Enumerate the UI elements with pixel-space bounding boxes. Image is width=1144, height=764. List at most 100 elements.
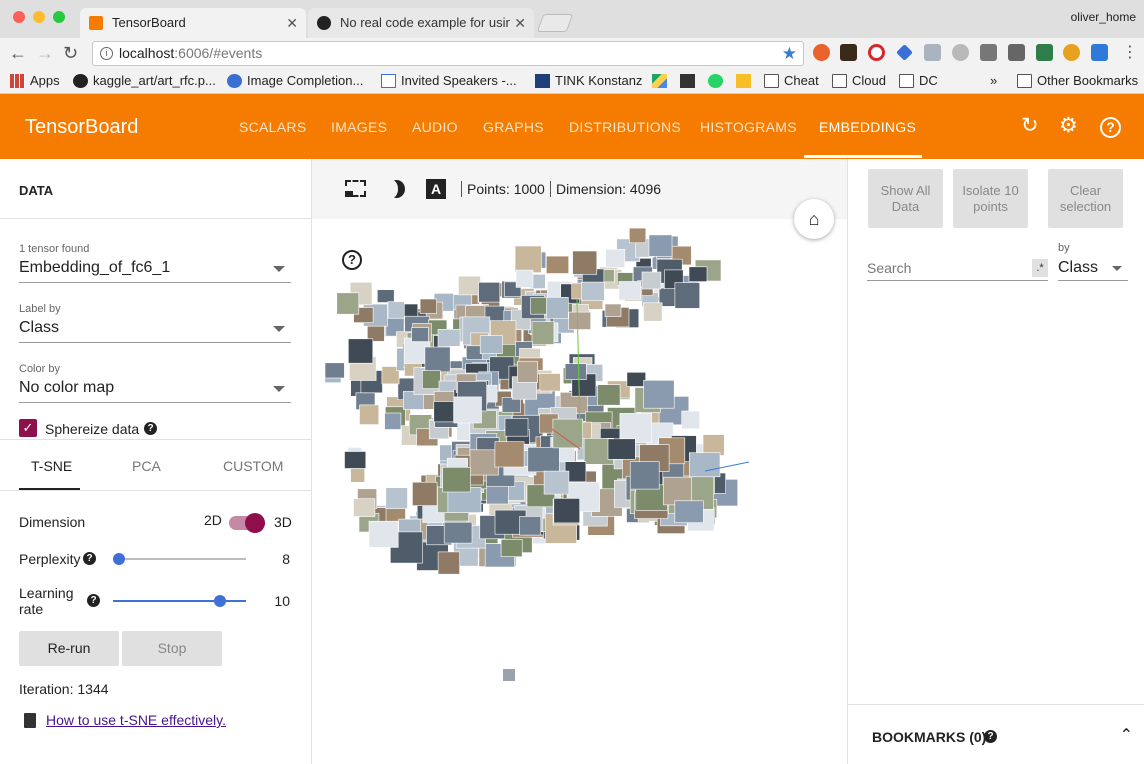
embedding-thumbnail[interactable]: [674, 282, 700, 309]
sphereize-help-icon[interactable]: ?: [144, 422, 157, 435]
bookmark-star-icon[interactable]: ★: [782, 42, 797, 65]
bookmark-apps[interactable]: Apps: [10, 72, 60, 90]
embedding-thumbnail[interactable]: [453, 396, 482, 424]
embedding-thumbnail[interactable]: [648, 234, 673, 257]
bookmark-image-completion[interactable]: Image Completion...: [227, 72, 363, 90]
bookmark-drive[interactable]: [652, 72, 672, 90]
embedding-thumbnail[interactable]: [514, 245, 542, 274]
embedding-thumbnail[interactable]: [384, 412, 402, 430]
bookmarks-panel[interactable]: BOOKMARKS (0) ? ⌃: [848, 704, 1144, 764]
dimension-toggle[interactable]: [229, 513, 265, 533]
embedding-thumbnail[interactable]: [519, 516, 542, 536]
bookmarks-overflow-button[interactable]: »: [990, 72, 997, 90]
address-bar[interactable]: i localhost:6006/#events ★: [92, 41, 804, 66]
embedding-thumbnail[interactable]: [324, 362, 345, 379]
embedding-thumbnail[interactable]: [581, 281, 605, 301]
embedding-thumbnail[interactable]: [629, 461, 660, 490]
tab-tensorboard[interactable]: TensorBoard ✕: [80, 8, 306, 38]
perplexity-slider-knob[interactable]: [113, 553, 125, 565]
learning-rate-help-icon[interactable]: ?: [87, 594, 100, 607]
embedding-thumbnail[interactable]: [504, 418, 529, 437]
tab-custom[interactable]: CUSTOM: [223, 458, 283, 474]
embedding-thumbnail[interactable]: [385, 487, 408, 509]
embedding-thumbnail[interactable]: [553, 498, 581, 524]
bookmark-s[interactable]: [680, 72, 700, 90]
embedding-thumbnail[interactable]: [478, 281, 501, 303]
embedding-thumbnail[interactable]: [387, 301, 405, 319]
embedding-thumbnail[interactable]: [437, 551, 460, 575]
bookmark-kaggle[interactable]: kaggle_art/art_rfc.p...: [73, 72, 216, 90]
embedding-thumbnail[interactable]: [353, 498, 376, 517]
embedding-thumbnail[interactable]: [604, 303, 622, 317]
tab-distributions[interactable]: DISTRIBUTIONS: [569, 119, 681, 135]
bookmark-folder-dc[interactable]: DC: [899, 72, 938, 90]
extension-cloud-icon[interactable]: [952, 44, 969, 61]
embedding-thumbnail[interactable]: [546, 297, 569, 319]
embedding-thumbnail[interactable]: [605, 248, 626, 268]
embedding-thumbnail[interactable]: [688, 452, 721, 478]
reload-icon[interactable]: ↻: [63, 43, 78, 63]
tab-histograms[interactable]: HISTOGRAMS: [700, 119, 797, 135]
select-rectangle-icon[interactable]: [345, 180, 366, 197]
embedding-thumbnail[interactable]: [437, 329, 461, 347]
embedding-thumbnail[interactable]: [344, 451, 367, 469]
embedding-thumbnail[interactable]: [412, 481, 438, 506]
stop-button[interactable]: Stop: [122, 631, 222, 666]
bookmark-whatsapp[interactable]: [708, 72, 728, 90]
maximize-window-button[interactable]: [53, 11, 65, 23]
tab-tsne[interactable]: T-SNE: [31, 458, 72, 474]
help-icon[interactable]: ?: [1100, 115, 1121, 138]
embedding-thumbnail[interactable]: [530, 297, 549, 315]
embedding-thumbnail[interactable]: [424, 346, 451, 373]
profile-name[interactable]: oliver_home: [1071, 10, 1136, 24]
embedding-thumbnail[interactable]: [500, 539, 523, 558]
embedding-scatter-canvas[interactable]: [312, 219, 847, 764]
refresh-icon[interactable]: ↻: [1021, 115, 1039, 137]
embedding-thumbnail[interactable]: [442, 467, 471, 493]
embedding-thumbnail[interactable]: [546, 255, 570, 274]
clear-selection-button[interactable]: Clear selection: [1048, 169, 1123, 228]
embedding-thumbnail[interactable]: [527, 447, 560, 473]
extension-window-icon[interactable]: [1091, 44, 1108, 61]
search-by-select[interactable]: Class: [1058, 255, 1128, 281]
embedding-thumbnail[interactable]: [643, 302, 663, 322]
gear-icon[interactable]: ⚙: [1059, 115, 1078, 137]
perplexity-slider[interactable]: [113, 558, 246, 560]
tab-pca[interactable]: PCA: [132, 458, 161, 474]
embedding-thumbnail[interactable]: [568, 311, 592, 330]
embedding-thumbnail[interactable]: [377, 289, 395, 303]
minimize-window-button[interactable]: [33, 11, 45, 23]
bookmark-tink[interactable]: TINK Konstanz: [535, 72, 642, 90]
embedding-thumbnail[interactable]: [501, 397, 521, 413]
embedding-thumbnail[interactable]: [619, 413, 652, 443]
embedding-thumbnail[interactable]: [552, 418, 583, 449]
info-icon[interactable]: i: [100, 47, 113, 60]
embedding-thumbnail[interactable]: [531, 321, 555, 345]
embedding-thumbnail[interactable]: [336, 292, 360, 315]
extension-duckduckgo-icon[interactable]: [813, 44, 830, 61]
learning-rate-slider-knob[interactable]: [214, 595, 226, 607]
tsne-help-link[interactable]: How to use t-SNE effectively.: [46, 712, 226, 728]
embedding-thumbnail[interactable]: [641, 271, 662, 290]
embedding-thumbnail[interactable]: [368, 520, 399, 548]
tensor-select[interactable]: Embedding_of_fc6_1: [19, 257, 291, 283]
learning-rate-slider[interactable]: [113, 600, 246, 602]
bookmark-folder-other[interactable]: Other Bookmarks: [1017, 72, 1138, 90]
night-mode-icon[interactable]: [386, 180, 405, 198]
embedding-thumbnail[interactable]: [688, 266, 708, 282]
rerun-button[interactable]: Re-run: [19, 631, 119, 666]
tab-scalars[interactable]: SCALARS: [239, 119, 306, 135]
embedding-thumbnail[interactable]: [419, 298, 437, 314]
embedding-thumbnail[interactable]: [422, 370, 441, 389]
embedding-thumbnail[interactable]: [517, 360, 538, 383]
embedding-thumbnail[interactable]: [479, 335, 503, 354]
tab-images[interactable]: IMAGES: [331, 119, 387, 135]
embedding-thumbnail[interactable]: [539, 373, 561, 392]
tab-audio[interactable]: AUDIO: [412, 119, 458, 135]
embedding-thumbnail[interactable]: [503, 669, 515, 681]
embedding-thumbnail[interactable]: [681, 410, 701, 430]
regex-toggle[interactable]: .*: [1032, 259, 1048, 277]
embedding-thumbnail[interactable]: [443, 521, 473, 544]
labels-toggle-icon[interactable]: A: [426, 179, 446, 199]
embedding-thumbnail[interactable]: [618, 281, 642, 301]
